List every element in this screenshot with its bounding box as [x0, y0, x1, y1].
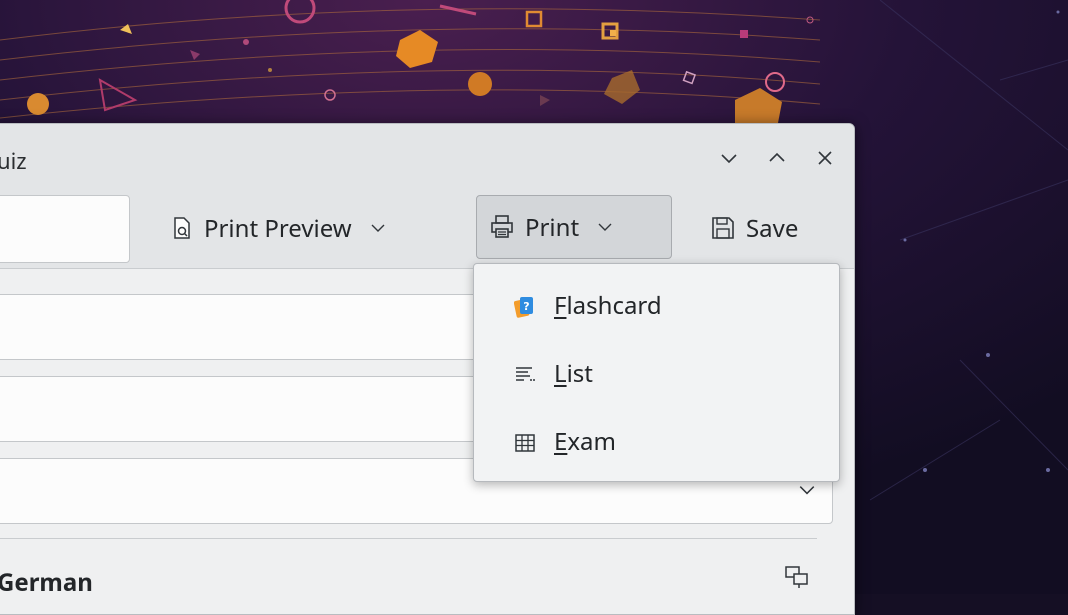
menu-item-label: xam — [567, 425, 616, 458]
menu-item-exam[interactable]: Exam — [474, 412, 839, 472]
printer-icon — [491, 215, 513, 238]
menu-item-list[interactable]: List — [474, 344, 839, 404]
flashcard-icon: ? — [514, 297, 533, 318]
chevron-down-icon[interactable] — [717, 146, 741, 170]
print-button[interactable]: Print — [476, 195, 672, 259]
menu-item-label: ist — [566, 357, 593, 390]
save-button[interactable]: Save — [709, 195, 841, 261]
menu-item-label: lashcard — [566, 289, 662, 322]
translate-icon[interactable] — [784, 564, 810, 590]
save-label: Save — [746, 211, 799, 245]
chevron-down-icon — [371, 224, 385, 232]
chevron-down-icon — [598, 223, 612, 231]
menu-mnemonic: E — [554, 425, 568, 458]
print-preview-button[interactable]: Print Preview — [169, 195, 453, 261]
chevron-up-icon[interactable] — [765, 146, 789, 170]
menu-mnemonic: L — [554, 357, 567, 390]
print-label: Print — [525, 210, 580, 244]
toolbar-search-field[interactable] — [0, 195, 130, 263]
window-title: uiz — [0, 146, 27, 176]
section-title: German — [0, 566, 93, 599]
print-menu: ? Flashcard List Exam — [473, 263, 840, 482]
save-icon — [712, 217, 734, 239]
close-icon[interactable] — [813, 146, 837, 170]
table-grid-icon — [515, 434, 535, 452]
chevron-down-icon[interactable] — [798, 481, 816, 499]
section-divider — [0, 538, 817, 539]
svg-text:?: ? — [523, 300, 529, 313]
print-preview-label: Print Preview — [204, 211, 352, 245]
print-preview-icon — [174, 217, 190, 239]
menu-mnemonic: F — [554, 289, 567, 322]
list-icon — [516, 367, 535, 381]
menu-item-flashcard[interactable]: ? Flashcard — [474, 276, 839, 336]
